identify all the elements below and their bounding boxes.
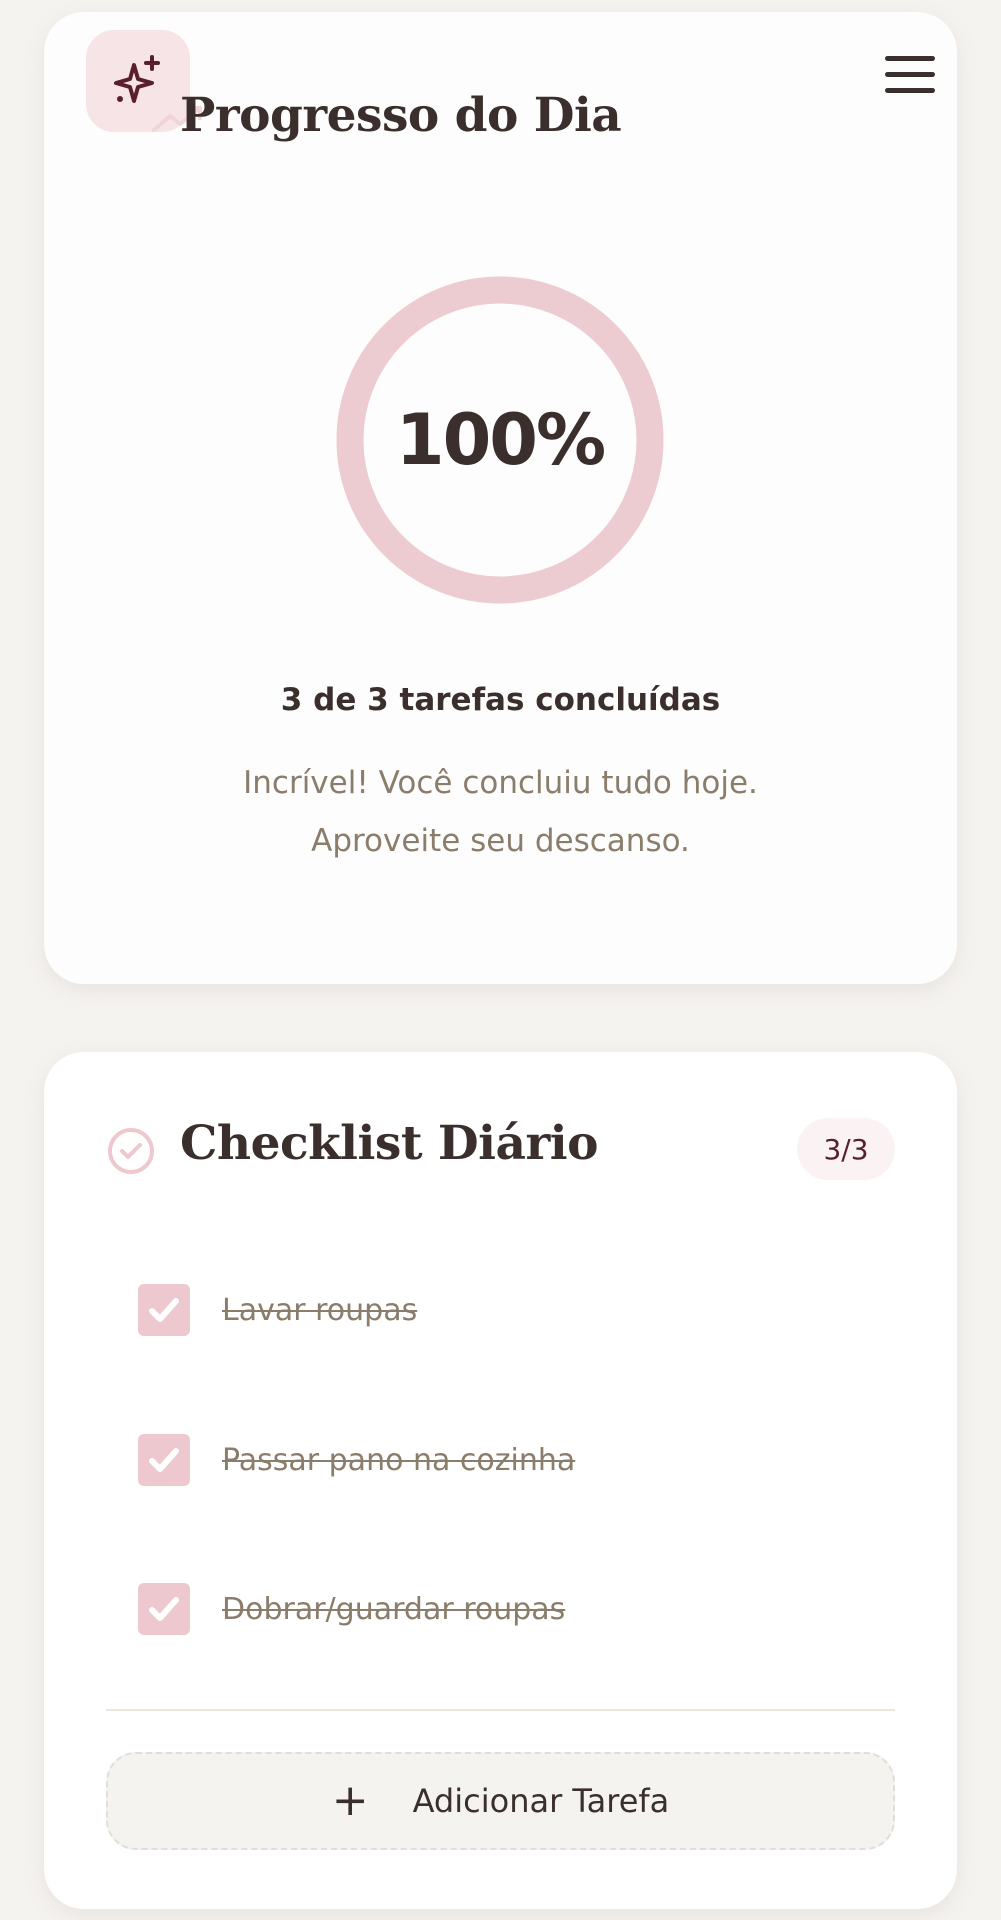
task-label: Passar pano na cozinha — [222, 1442, 576, 1478]
page-title: Progresso do Dia — [180, 88, 622, 143]
task-count-badge: 3/3 — [797, 1118, 895, 1180]
task-checkbox[interactable] — [138, 1434, 190, 1486]
menu-button[interactable] — [885, 56, 935, 100]
task-label: Lavar roupas — [222, 1292, 418, 1328]
check-circle-icon — [108, 1128, 154, 1174]
add-task-label: Adicionar Tarefa — [412, 1782, 670, 1820]
plus-icon: + — [331, 1775, 369, 1826]
progress-message-line1: Incrível! Você concluiu tudo hoje. — [243, 765, 758, 801]
checklist-title: Checklist Diário — [180, 1116, 598, 1171]
checklist-card: Checklist Diário 3/3 Lavar roupas Passar… — [44, 1052, 957, 1909]
progress-card: Progresso do Dia 100% 3 de 3 tarefas con… — [44, 12, 957, 984]
task-checkbox[interactable] — [138, 1284, 190, 1336]
task-label: Dobrar/guardar roupas — [222, 1591, 566, 1627]
progress-message: Incrível! Você concluiu tudo hoje. Aprov… — [44, 754, 957, 870]
progress-message-line2: Aproveite seu descanso. — [311, 823, 690, 859]
task-item[interactable]: Lavar roupas — [138, 1280, 417, 1340]
checkbox-check-icon — [149, 1298, 179, 1322]
checkbox-check-icon — [149, 1448, 179, 1472]
task-item[interactable]: Passar pano na cozinha — [138, 1430, 575, 1490]
progress-percent: 100% — [395, 399, 606, 481]
sparkle-icon — [114, 55, 160, 103]
menu-icon — [885, 56, 935, 93]
add-task-button[interactable]: + Adicionar Tarefa — [106, 1752, 895, 1850]
divider — [106, 1709, 895, 1711]
checkbox-check-icon — [149, 1597, 179, 1621]
progress-summary: 3 de 3 tarefas concluídas — [280, 682, 721, 718]
task-checkbox[interactable] — [138, 1583, 190, 1635]
task-item[interactable]: Dobrar/guardar roupas — [138, 1579, 565, 1639]
